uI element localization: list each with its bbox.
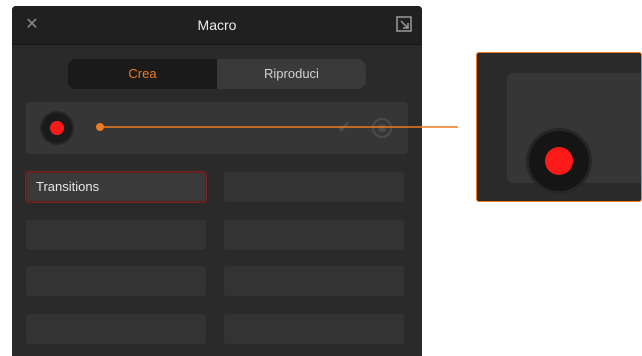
macro-button-empty[interactable] — [224, 172, 404, 202]
panel-titlebar: ✕ Macro — [12, 6, 422, 45]
macro-button-empty[interactable] — [224, 314, 404, 344]
macro-button-empty[interactable] — [224, 220, 404, 250]
macro-panel: ✕ Macro Crea Riproduci ✔ Transitions — [12, 6, 422, 356]
macro-button-empty[interactable] — [26, 266, 206, 296]
record-icon — [545, 147, 573, 175]
screenshot-stage: ✕ Macro Crea Riproduci ✔ Transitions — [0, 0, 642, 356]
mode-segmented-control: Crea Riproduci — [68, 59, 366, 89]
record-icon — [50, 121, 64, 135]
macro-button-empty[interactable] — [26, 314, 206, 344]
zoom-inset — [476, 52, 642, 202]
macro-button-empty[interactable] — [224, 266, 404, 296]
macro-button-transitions[interactable]: Transitions — [26, 172, 206, 202]
popout-icon[interactable] — [396, 16, 412, 32]
record-button[interactable] — [42, 113, 72, 143]
stop-icon[interactable] — [370, 116, 394, 140]
check-icon[interactable]: ✔ — [332, 116, 356, 140]
panel-title: Macro — [197, 17, 237, 33]
macro-button-empty[interactable] — [26, 220, 206, 250]
tab-run[interactable]: Riproduci — [217, 59, 366, 89]
zoom-record-button — [529, 131, 589, 191]
tab-create[interactable]: Crea — [68, 59, 217, 89]
record-row: ✔ — [26, 102, 408, 154]
macro-label: Transitions — [36, 179, 100, 194]
